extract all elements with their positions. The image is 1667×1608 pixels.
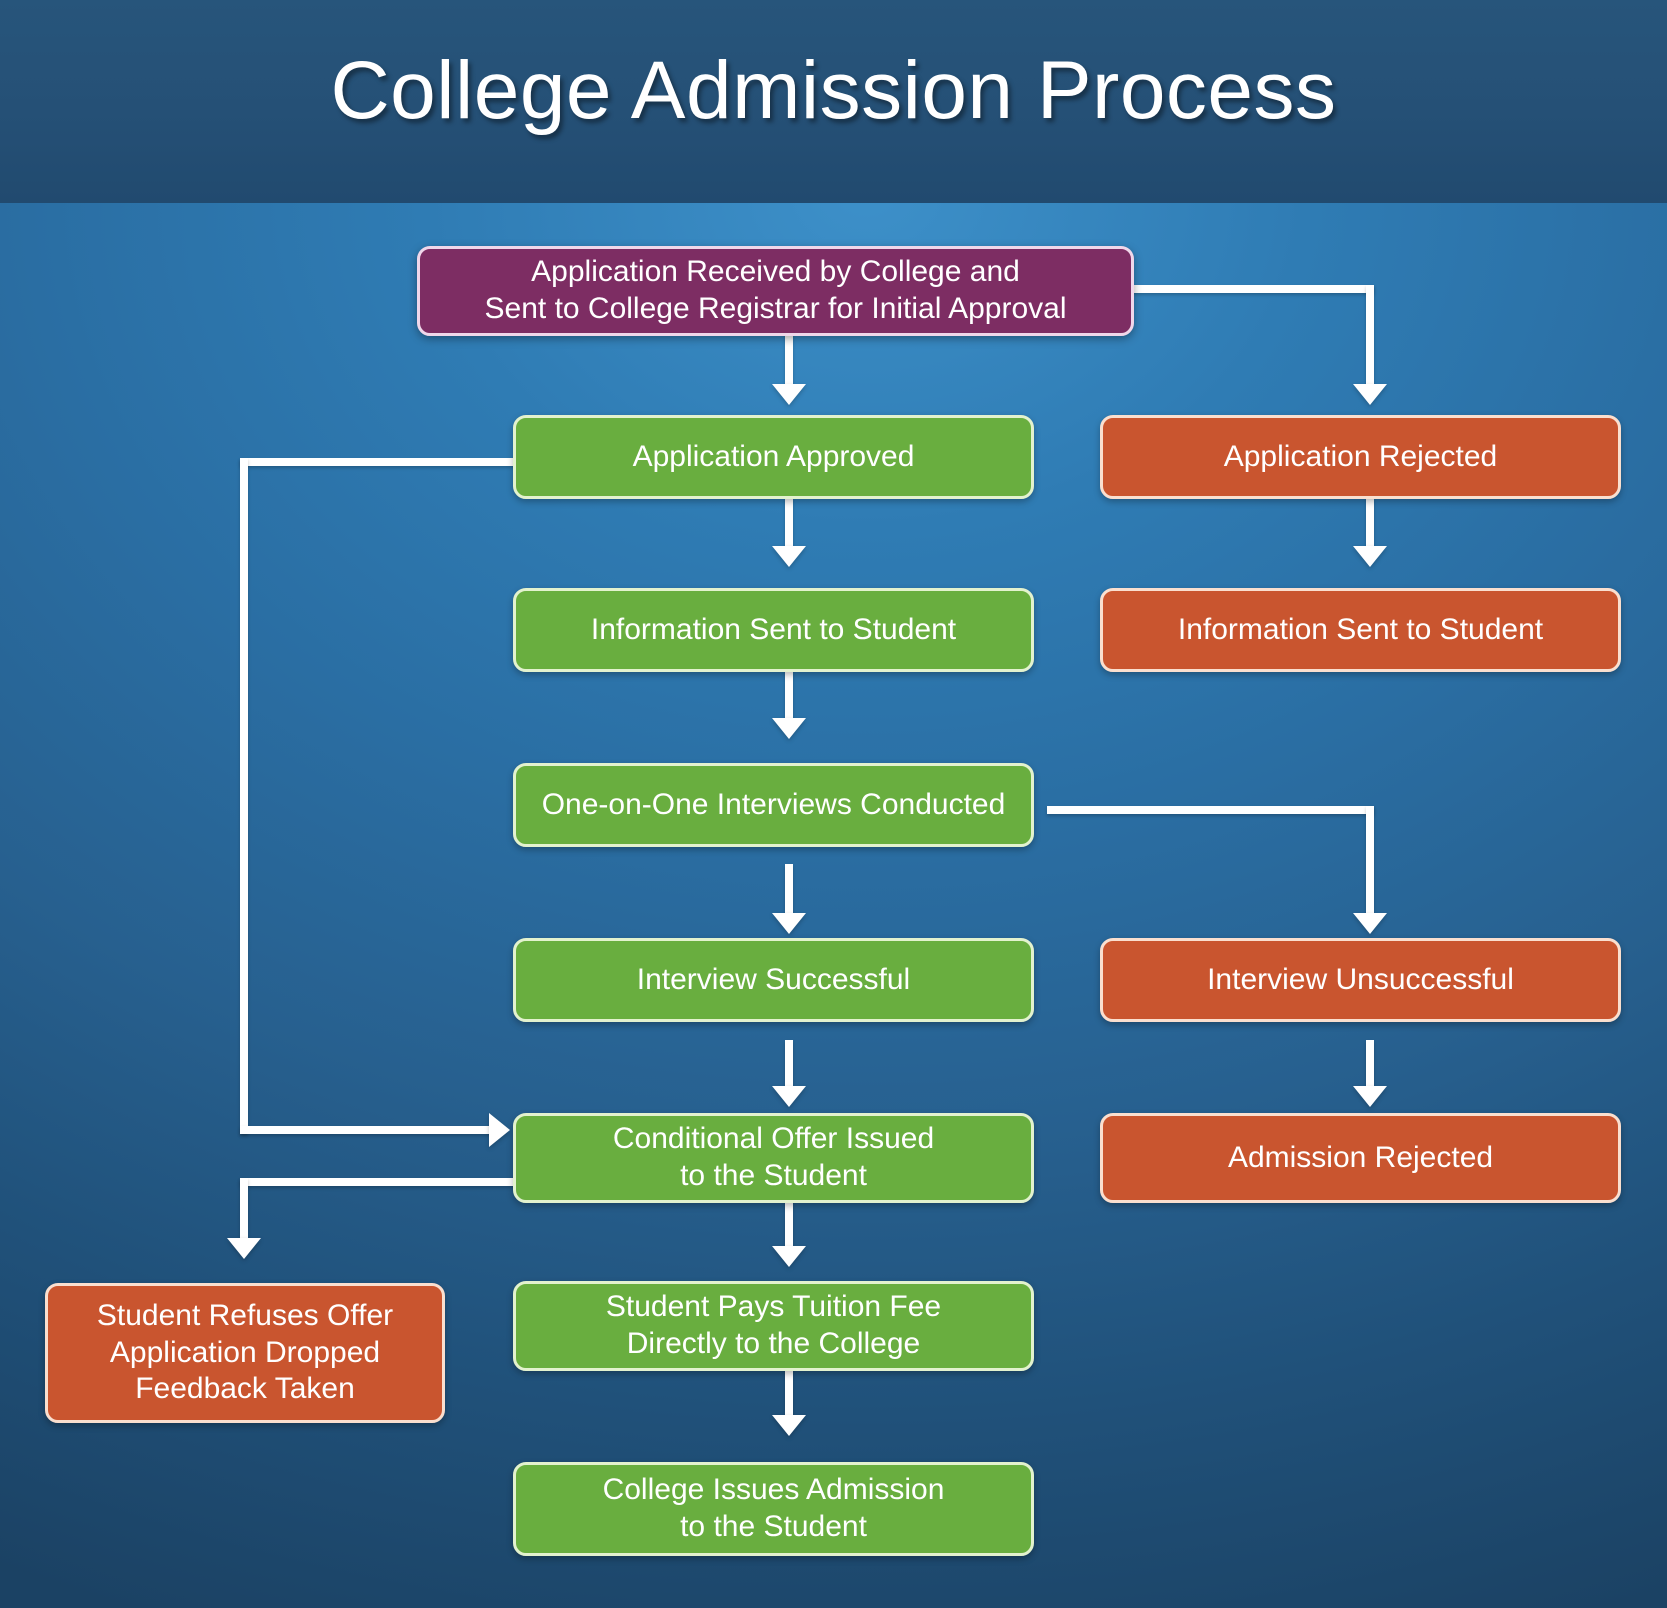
node-student-refuses-offer[interactable]: Student Refuses Offer Application Droppe… <box>45 1283 445 1423</box>
node-interview-successful-label: Interview Successful <box>636 962 911 996</box>
arrow-interviews-to-successful <box>772 913 806 934</box>
arrow-received-to-rejected <box>1353 384 1387 405</box>
connector-received-to-rejected-vertical <box>1366 285 1374 386</box>
node-student-pays-tuition[interactable]: Student Pays Tuition Fee Directly to the… <box>513 1281 1034 1371</box>
node-admission-rejected-label: Admission Rejected <box>1227 1140 1494 1174</box>
node-application-received[interactable]: Application Received by College and Sent… <box>417 246 1134 336</box>
node-application-rejected-label: Application Rejected <box>1223 439 1498 473</box>
connector-offer-to-refuses-horizontal <box>240 1178 515 1186</box>
node-information-sent-rejected[interactable]: Information Sent to Student <box>1100 588 1621 672</box>
node-conditional-offer-line2: to the Student <box>680 1159 867 1192</box>
connector-received-to-approved-vertical <box>785 331 793 386</box>
arrow-offer-to-refuses <box>227 1238 261 1259</box>
arrow-interviews-to-unsuccessful <box>1353 913 1387 934</box>
node-student-refuses-line3: Feedback Taken <box>135 1372 355 1406</box>
connector-rejected-to-info-vertical <box>1366 496 1374 548</box>
node-information-sent-approved-label: Information Sent to Student <box>590 612 957 646</box>
connector-approved-to-info-vertical <box>785 496 793 548</box>
connector-offer-to-tuition-vertical <box>785 1199 793 1248</box>
connector-info-to-interviews-vertical <box>785 669 793 720</box>
node-application-received-line1: Application Received by College and <box>531 255 1020 289</box>
connector-tuition-to-admission-vertical <box>785 1367 793 1417</box>
connector-offer-to-refuses-vertical <box>240 1178 248 1242</box>
node-interview-successful[interactable]: Interview Successful <box>513 938 1034 1022</box>
node-application-received-line2: Sent to College Registrar for Initial Ap… <box>484 292 1067 325</box>
node-student-refuses-line2: Application Dropped <box>109 1335 381 1369</box>
connector-unsuccessful-to-admrejected-vertical <box>1366 1040 1374 1088</box>
flowchart-canvas: College Admission Process Application Re… <box>0 0 1667 1608</box>
arrow-tuition-to-admission <box>772 1415 806 1436</box>
connector-approved-to-offer-horizontal2 <box>240 1126 494 1134</box>
connector-interviews-to-successful-vertical <box>785 864 793 915</box>
connector-successful-to-offer-vertical <box>785 1040 793 1088</box>
arrow-unsuccessful-to-admrejected <box>1353 1086 1387 1107</box>
connector-approved-to-offer-vertical <box>240 458 248 1134</box>
node-interviews-conducted[interactable]: One-on-One Interviews Conducted <box>513 763 1034 847</box>
node-interview-unsuccessful[interactable]: Interview Unsuccessful <box>1100 938 1621 1022</box>
connector-interviews-to-unsuccessful-vertical <box>1366 806 1374 916</box>
node-conditional-offer[interactable]: Conditional Offer Issued to the Student <box>513 1113 1034 1203</box>
node-interview-unsuccessful-label: Interview Unsuccessful <box>1207 962 1514 996</box>
node-student-pays-tuition-line1: Student Pays Tuition Fee <box>605 1290 942 1324</box>
node-application-rejected[interactable]: Application Rejected <box>1100 415 1621 499</box>
node-information-sent-approved[interactable]: Information Sent to Student <box>513 588 1034 672</box>
node-admission-rejected[interactable]: Admission Rejected <box>1100 1113 1621 1203</box>
connector-interviews-to-unsuccessful-horizontal <box>1047 806 1374 814</box>
arrow-approved-to-info <box>772 546 806 567</box>
node-college-issues-admission-line2: to the Student <box>680 1510 867 1543</box>
arrow-rejected-to-info <box>1353 546 1387 567</box>
connector-approved-to-offer-horizontal <box>240 458 515 466</box>
node-interviews-conducted-label: One-on-One Interviews Conducted <box>541 787 1006 821</box>
node-application-approved[interactable]: Application Approved <box>513 415 1034 499</box>
node-application-approved-label: Application Approved <box>632 439 915 473</box>
node-college-issues-admission-line1: College Issues Admission <box>602 1473 945 1507</box>
arrow-approved-to-offer <box>489 1113 510 1147</box>
page-title: College Admission Process <box>330 45 1337 136</box>
arrow-received-to-approved <box>772 384 806 405</box>
node-college-issues-admission[interactable]: College Issues Admission to the Student <box>513 1462 1034 1556</box>
connector-received-to-rejected-horizontal <box>1132 285 1374 293</box>
arrow-offer-to-tuition <box>772 1246 806 1267</box>
arrow-successful-to-offer <box>772 1086 806 1107</box>
arrow-info-to-interviews <box>772 718 806 739</box>
node-information-sent-rejected-label: Information Sent to Student <box>1177 612 1544 646</box>
node-student-pays-tuition-line2: Directly to the College <box>626 1327 921 1360</box>
node-student-refuses-line1: Student Refuses Offer <box>96 1299 394 1333</box>
node-conditional-offer-line1: Conditional Offer Issued <box>612 1122 935 1156</box>
